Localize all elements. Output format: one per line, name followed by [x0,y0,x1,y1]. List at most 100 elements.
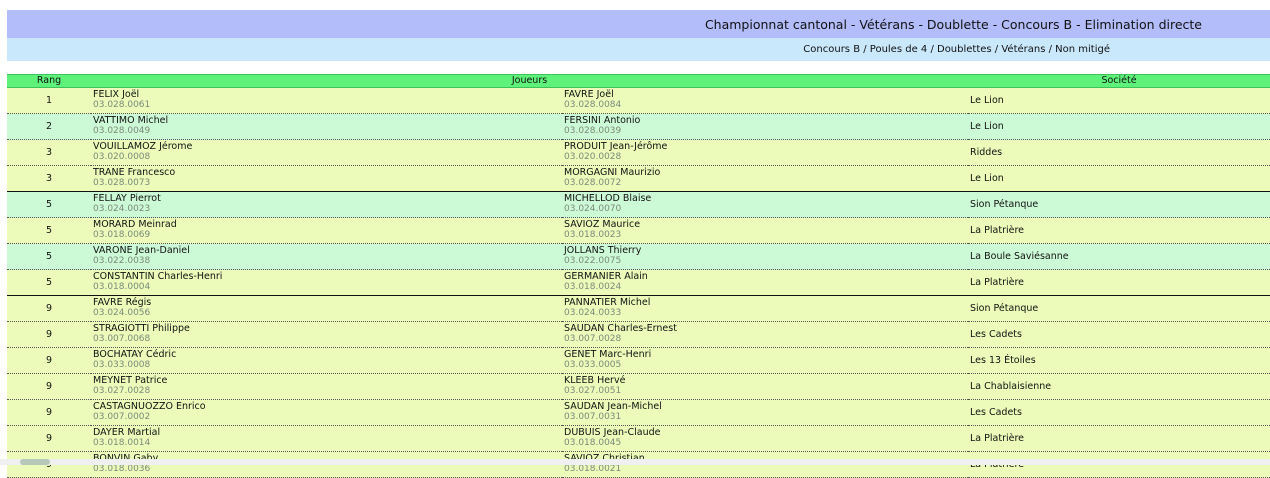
rank-cell: 3 [7,139,91,166]
player-one-name: MORARD Meinrad [93,219,177,230]
player-one-license: 03.020.0008 [93,152,151,162]
club-cell: Les Cadets [968,321,1270,348]
player-one-name: BOCHATAY Cédric [93,349,177,360]
club-cell: Le Lion [968,87,1270,114]
player-one-cell: TRANE Francesco 03.028.0073 [91,165,562,192]
rank-cell: 5 [7,217,91,244]
results-body: 1 FELIX Joël 03.028.0061 FAVRE Joël 03.028.0… [7,87,1270,478]
player-one-license: 03.027.0028 [93,386,151,396]
table-row: 9 STRAGIOTTI Philippe 03.007.0068 SAUDAN Ch… [7,321,1270,348]
player-one-license: 03.024.0056 [93,308,151,318]
player-one-license: 03.018.0014 [93,438,151,448]
results-table: Rang Joueurs Société 1 FELIX Joël 03.028.0… [7,74,1270,478]
table-row: 9 DAYER Martial 03.018.0014 DUBUIS Jean-Cla… [7,425,1270,452]
player-one-name: DAYER Martial [93,427,161,438]
player-one-cell: MEYNET Patrice 03.027.0028 [91,373,562,400]
player-two-cell: KLEEB Hervé 03.027.0051 [562,373,969,400]
player-two-cell: FAVRE Joël 03.028.0084 [562,87,969,114]
player-two-license: 03.024.0033 [564,308,622,318]
player-two-name: SAVIOZ Maurice [564,219,641,230]
player-one-cell: BOCHATAY Cédric 03.033.0008 [91,347,562,374]
horizontal-scrollbar[interactable] [0,459,1270,465]
player-one-cell: FELIX Joël 03.028.0061 [91,87,562,114]
player-one-license: 03.018.0036 [93,464,151,474]
player-one-cell: CASTAGNUOZZO Enrico 03.007.0002 [91,399,562,426]
player-one-name: VOUILLAMOZ Jérome [93,141,193,152]
table-row: 5 CONSTANTIN Charles-Henri 03.018.0004 GERM… [7,269,1270,296]
rank-cell: 9 [7,347,91,374]
player-one-license: 03.024.0023 [93,204,151,214]
player-two-name: PRODUIT Jean-Jérôme [564,141,668,152]
table-row: 5 MORARD Meinrad 03.018.0069 SAVIOZ Maurice… [7,217,1270,244]
player-two-license: 03.024.0070 [564,204,622,214]
player-one-name: TRANE Francesco [93,167,176,178]
player-two-license: 03.018.0024 [564,282,622,292]
subtitle-bar: Concours B / Poules de 4 / Doublettes / … [7,38,1270,61]
scrollbar-thumb[interactable] [20,459,50,465]
rank-cell: 3 [7,165,91,192]
player-two-license: 03.028.0072 [564,178,622,188]
player-two-cell: GENET Marc-Henri 03.033.0005 [562,347,969,374]
table-header-row: Rang Joueurs Société [7,74,1270,88]
club-cell: Les Cadets [968,399,1270,426]
player-two-license: 03.027.0051 [564,386,622,396]
rank-cell: 9 [7,295,91,322]
page-title: Championnat cantonal - Vétérans - Double… [704,16,1202,32]
player-one-license: 03.018.0004 [93,282,151,292]
player-one-name: CASTAGNUOZZO Enrico [93,401,206,412]
player-one-name: CONSTANTIN Charles-Henri [93,271,223,282]
player-one-name: FAVRE Régis [93,297,152,308]
club-column-header: Société [968,74,1270,88]
rank-column-header: Rang [7,74,91,88]
player-two-name: JOLLANS Thierry [564,245,642,256]
table-row: 3 TRANE Francesco 03.028.0073 MORGAGNI Maur… [7,165,1270,192]
player-one-name: FELIX Joël [93,89,140,100]
player-two-name: MORGAGNI Maurizio [564,167,661,178]
player-two-cell: JOLLANS Thierry 03.022.0075 [562,243,969,270]
player-two-cell: SAUDAN Charles-Ernest 03.007.0028 [562,321,969,348]
club-cell: Les 13 Étoiles [968,347,1270,374]
table-row: 9 BOCHATAY Cédric 03.033.0008 GENET Marc-He… [7,347,1270,374]
player-one-cell: STRAGIOTTI Philippe 03.007.0068 [91,321,562,348]
player-two-license: 03.018.0023 [564,230,622,240]
player-two-name: GERMANIER Alain [564,271,648,282]
player-two-license: 03.033.0005 [564,360,622,370]
player-one-cell: FELLAY Pierrot 03.024.0023 [91,191,562,218]
player-one-license: 03.007.0002 [93,412,151,422]
player-one-name: VARONE Jean-Daniel [93,245,190,256]
player-one-cell: VOUILLAMOZ Jérome 03.020.0008 [91,139,562,166]
player-two-cell: MICHELLOD Blaise 03.024.0070 [562,191,969,218]
player-one-cell: VARONE Jean-Daniel 03.022.0038 [91,243,562,270]
player-one-license: 03.028.0049 [93,126,151,136]
player-two-cell: MORGAGNI Maurizio 03.028.0072 [562,165,969,192]
player-two-license: 03.020.0028 [564,152,622,162]
player-two-cell: FERSINI Antonio 03.028.0039 [562,113,969,140]
player-two-license: 03.028.0039 [564,126,622,136]
table-row: 5 VARONE Jean-Daniel 03.022.0038 JOLLANS Th… [7,243,1270,270]
club-cell: Le Lion [968,113,1270,140]
player-two-cell: GERMANIER Alain 03.018.0024 [562,269,969,296]
club-cell: Le Lion [968,165,1270,192]
page-title-bar: Championnat cantonal - Vétérans - Double… [7,10,1270,38]
player-two-license: 03.007.0031 [564,412,622,422]
page-subtitle: Concours B / Poules de 4 / Doublettes / … [803,44,1110,55]
player-one-license: 03.018.0069 [93,230,151,240]
table-row: 9 CASTAGNUOZZO Enrico 03.007.0002 SAUDAN Je… [7,399,1270,426]
player-one-cell: VATTIMO Michel 03.028.0049 [91,113,562,140]
rank-cell: 9 [7,321,91,348]
player-one-license: 03.022.0038 [93,256,151,266]
rank-cell: 5 [7,269,91,296]
club-cell: Sion Pétanque [968,295,1270,322]
club-cell: Sion Pétanque [968,191,1270,218]
player-two-cell: SAVIOZ Maurice 03.018.0023 [562,217,969,244]
player-one-license: 03.028.0073 [93,178,151,188]
rank-cell: 9 [7,425,91,452]
table-row: 9 MEYNET Patrice 03.027.0028 KLEEB Hervé 03.… [7,373,1270,400]
player-one-license: 03.028.0061 [93,100,151,110]
player-two-license: 03.022.0075 [564,256,622,266]
player-one-name: MEYNET Patrice [93,375,168,386]
club-cell: La Platrière [968,269,1270,296]
player-two-cell: PRODUIT Jean-Jérôme 03.020.0028 [562,139,969,166]
player-one-license: 03.033.0008 [93,360,151,370]
player-two-name: SAUDAN Charles-Ernest [564,323,677,334]
